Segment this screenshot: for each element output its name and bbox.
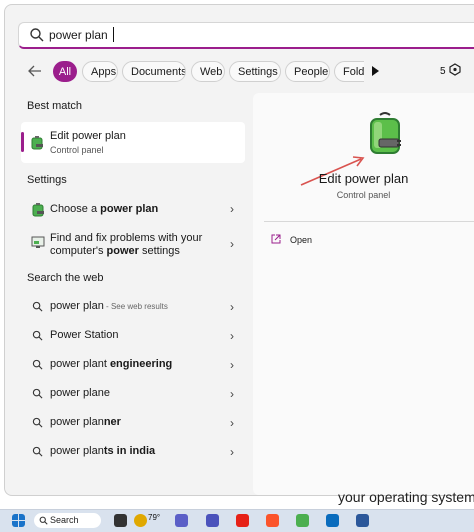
web-result-item[interactable]: Power Station › xyxy=(22,329,246,345)
filter-people[interactable]: People xyxy=(285,61,330,82)
web-heading: Search the web xyxy=(27,272,104,284)
chevron-right-icon: › xyxy=(230,329,234,343)
filter-settings[interactable]: Settings xyxy=(229,61,281,82)
teams-icon[interactable] xyxy=(206,514,219,527)
web-result-item[interactable]: power plan - See web results › xyxy=(22,300,246,316)
chevron-right-icon: › xyxy=(230,387,234,401)
troubleshoot-icon xyxy=(31,236,45,248)
chevron-right-icon: › xyxy=(230,416,234,430)
windows-start-icon[interactable] xyxy=(12,514,25,527)
search-icon xyxy=(32,417,43,428)
setting-label-line2-bold: power xyxy=(106,245,139,257)
more-filters-icon[interactable] xyxy=(372,66,379,76)
preview-title: Edit power plan xyxy=(318,171,409,186)
taskbar-search-label: Search xyxy=(50,515,79,525)
weather-icon[interactable] xyxy=(134,514,147,527)
taskbar: Search 79° xyxy=(0,509,474,532)
divider xyxy=(264,221,474,222)
filter-documents[interactable]: Documents xyxy=(122,61,186,82)
web-result-text: power plan xyxy=(50,300,104,312)
battery-power-icon xyxy=(32,203,44,217)
filter-folders[interactable]: Folde xyxy=(334,61,364,82)
filter-all[interactable]: All xyxy=(53,61,77,82)
edge-icon[interactable] xyxy=(326,514,339,527)
web-result-text: power plant xyxy=(50,358,110,370)
search-icon xyxy=(32,330,43,341)
battery-power-icon xyxy=(370,112,401,154)
back-arrow-icon[interactable] xyxy=(26,62,44,80)
web-result-text: Power Station xyxy=(50,329,119,341)
best-match-subtitle: Control panel xyxy=(50,145,104,155)
battery-power-icon xyxy=(31,136,43,150)
web-result-text: power plan xyxy=(50,445,104,457)
word-icon[interactable] xyxy=(356,514,369,527)
web-result-text: power plane xyxy=(50,387,110,399)
search-icon xyxy=(30,28,44,42)
web-result-item[interactable]: power plants in india › xyxy=(22,445,246,461)
search-icon xyxy=(32,446,43,457)
open-external-icon xyxy=(271,234,281,244)
search-box[interactable]: power plan xyxy=(18,22,474,49)
chevron-right-icon: › xyxy=(230,445,234,459)
setting-label: Choose a xyxy=(50,203,101,215)
filter-apps[interactable]: Apps xyxy=(82,61,118,82)
chevron-right-icon: › xyxy=(230,202,234,216)
web-result-bold: ner xyxy=(103,416,121,428)
filter-web[interactable]: Web xyxy=(191,61,225,82)
setting-choose-power-plan[interactable]: Choose a power plan › xyxy=(22,202,246,220)
weather-temp: 79° xyxy=(148,513,161,522)
settings-heading: Settings xyxy=(27,174,67,186)
web-result-bold: ts in india xyxy=(103,445,156,457)
search-icon xyxy=(32,301,43,312)
taskbar-search[interactable]: Search xyxy=(34,513,101,528)
search-icon xyxy=(32,388,43,399)
chevron-right-icon: › xyxy=(230,358,234,372)
rewards-count: 5 xyxy=(440,66,446,77)
search-input[interactable]: power plan xyxy=(49,28,108,42)
chat-icon[interactable] xyxy=(175,514,188,527)
web-result-bold: engineering xyxy=(109,358,173,370)
best-match-item[interactable]: Edit power plan Control panel xyxy=(21,122,245,163)
preview-subtitle: Control panel xyxy=(336,190,391,200)
text-caret xyxy=(113,27,114,42)
youtube-icon[interactable] xyxy=(236,514,249,527)
setting-label-line1: Find and fix problems with your xyxy=(50,232,203,244)
chevron-right-icon: › xyxy=(230,300,234,314)
web-result-item[interactable]: power planner › xyxy=(22,416,246,432)
search-icon xyxy=(39,516,48,525)
selection-indicator xyxy=(21,132,24,152)
open-label: Open xyxy=(290,235,313,245)
brave-icon[interactable] xyxy=(266,514,279,527)
setting-label-line2-post: settings xyxy=(138,245,180,257)
setting-label-line2-pre: computer's xyxy=(50,245,107,257)
best-match-heading: Best match xyxy=(27,100,83,112)
background-document-text: your operating system xyxy=(338,489,474,505)
preview-card: Edit power plan Control panel Open xyxy=(253,93,474,495)
web-result-text: power plan xyxy=(50,416,104,428)
rewards-icon[interactable] xyxy=(449,63,461,76)
search-icon xyxy=(32,359,43,370)
web-result-item[interactable]: power plane › xyxy=(22,387,246,403)
setting-troubleshoot-power[interactable]: Find and fix problems with your computer… xyxy=(22,231,246,261)
setting-label-bold: power plan xyxy=(100,203,159,215)
chevron-right-icon: › xyxy=(230,237,234,251)
task-view-icon[interactable] xyxy=(114,514,127,527)
web-result-hint: - See web results xyxy=(103,302,168,311)
app-icon[interactable] xyxy=(296,514,309,527)
best-match-title: Edit power plan xyxy=(50,130,126,142)
web-result-item[interactable]: power plant engineering › xyxy=(22,358,246,374)
